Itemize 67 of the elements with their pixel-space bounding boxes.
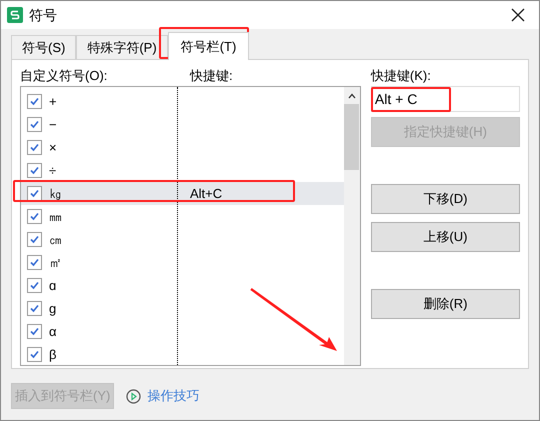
symbol-text: g — [49, 300, 58, 318]
list-row[interactable]: ㎝ — [21, 228, 344, 251]
symbol-text: ÷ — [49, 162, 58, 180]
check-icon — [29, 234, 40, 245]
field-label: 快捷键(K): — [370, 67, 432, 84]
symbol-text: ɑ — [49, 276, 58, 295]
check-icon — [29, 142, 40, 153]
symbol-text: ㎜ — [49, 208, 63, 226]
checkbox[interactable] — [27, 94, 42, 109]
symbol-text: − — [49, 116, 58, 134]
list-row[interactable]: + — [21, 90, 344, 113]
play-icon — [126, 388, 142, 404]
checkbox[interactable] — [27, 163, 42, 178]
shortcut-text: Alt+C — [190, 184, 222, 203]
symbol-text: + — [49, 92, 58, 111]
symbol-text: β — [49, 346, 58, 364]
check-icon — [29, 349, 40, 360]
shortcut-field[interactable]: Alt + C — [370, 86, 520, 112]
checkbox[interactable] — [27, 347, 42, 362]
check-icon — [29, 119, 40, 130]
symbol-text: × — [49, 138, 58, 157]
tab[interactable]: 符号栏(T) — [168, 32, 250, 60]
check-icon — [29, 303, 40, 314]
checkbox[interactable] — [27, 186, 42, 201]
checkbox[interactable] — [27, 324, 42, 339]
check-icon — [29, 280, 40, 291]
check-icon — [29, 326, 40, 337]
column-header: 快捷键: — [190, 67, 233, 84]
checkbox[interactable] — [27, 255, 42, 270]
symbol-text: α — [49, 322, 58, 341]
scroll-up-icon[interactable] — [346, 91, 357, 101]
side-button[interactable]: 上移(U) — [370, 222, 520, 252]
check-icon — [29, 211, 40, 222]
scrollbar[interactable] — [344, 87, 360, 365]
list-row[interactable]: ɑ — [21, 274, 344, 297]
checkbox[interactable] — [27, 209, 42, 224]
checkbox[interactable] — [27, 278, 42, 293]
symbol-text: ㎝ — [49, 230, 63, 249]
checkbox[interactable] — [27, 232, 42, 247]
list-row[interactable]: ㎜ — [21, 205, 344, 228]
window-title: 符号 — [29, 6, 57, 24]
symbol-text: ㎏ — [49, 184, 63, 203]
list-row[interactable]: β — [21, 343, 344, 366]
symbol-text: ㎡ — [49, 254, 63, 272]
checkbox[interactable] — [27, 117, 42, 132]
side-button[interactable]: 删除(R) — [370, 289, 520, 319]
tab[interactable]: 符号(S) — [11, 35, 76, 59]
checkbox[interactable] — [27, 140, 42, 155]
list-label: 自定义符号(O): — [20, 67, 108, 84]
check-icon — [29, 257, 40, 268]
app-logo-icon — [7, 7, 23, 23]
check-icon — [29, 96, 40, 107]
list-row[interactable]: ㎡ — [21, 251, 344, 274]
list-row[interactable]: × — [21, 136, 344, 159]
close-icon[interactable] — [511, 8, 525, 22]
tips-link[interactable]: 操作技巧 — [147, 386, 200, 406]
list-row[interactable]: ÷ — [21, 159, 344, 182]
list-row[interactable]: g — [21, 297, 344, 320]
list-row[interactable]: α — [21, 320, 344, 343]
list-row[interactable]: − — [21, 113, 344, 136]
tab[interactable]: 特殊字符(P) — [76, 35, 168, 59]
check-icon — [29, 188, 40, 199]
list-row[interactable]: ㎏ Alt+C — [21, 182, 344, 205]
check-icon — [29, 165, 40, 176]
scroll-thumb[interactable] — [344, 104, 360, 170]
side-button[interactable]: 下移(D) — [370, 184, 520, 214]
checkbox[interactable] — [27, 301, 42, 316]
